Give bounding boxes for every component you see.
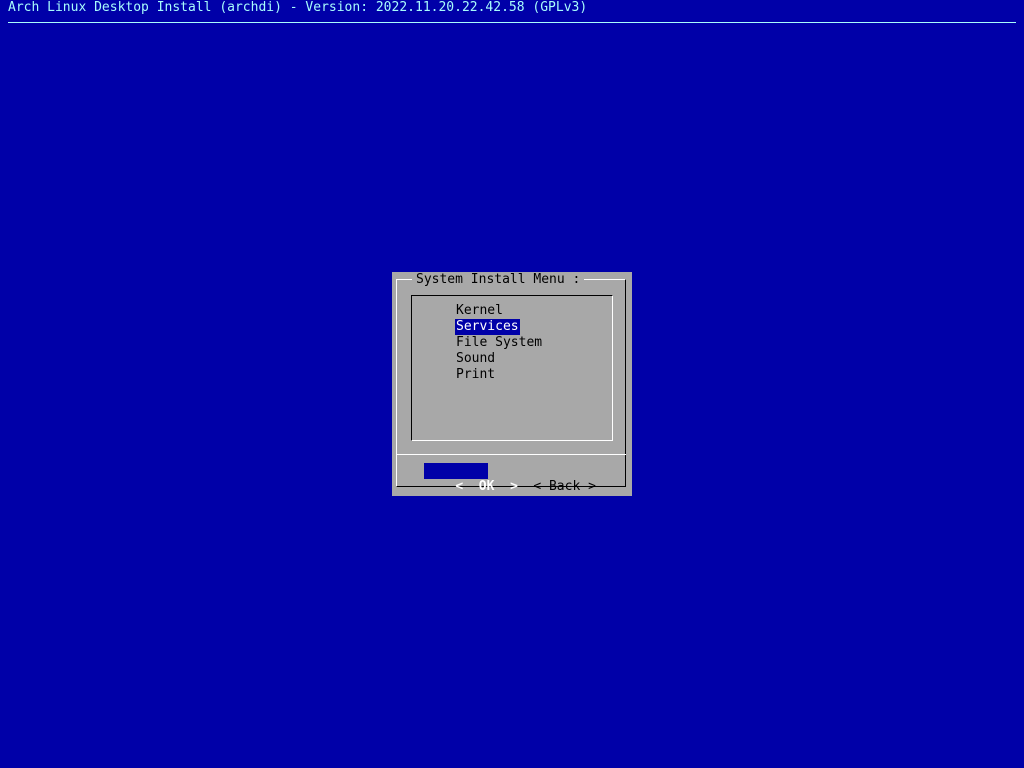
back-button-label: Back <box>548 479 581 494</box>
menu-item-kernel[interactable]: Kernel <box>455 303 504 318</box>
ok-left-bracket: < <box>455 479 464 494</box>
menu-item-services[interactable]: Services <box>455 319 520 335</box>
button-row-divider <box>397 454 626 455</box>
backtitle: Arch Linux Desktop Install (archdi) - Ve… <box>8 0 588 15</box>
ok-button-label: OK <box>478 479 495 494</box>
ok-button[interactable]: < OK > <box>424 463 518 494</box>
backtitle-divider <box>8 22 1016 23</box>
back-right-bracket: > <box>588 479 596 494</box>
menu-list: Kernel Services File System Sound Print <box>455 303 543 383</box>
back-left-bracket: < <box>533 479 542 494</box>
menu-item-print[interactable]: Print <box>455 367 496 382</box>
back-button[interactable]: < Back > <box>502 463 596 494</box>
menu-item-sound[interactable]: Sound <box>455 351 496 366</box>
menu-item-file-system[interactable]: File System <box>455 335 543 350</box>
dialog-title: System Install Menu : <box>412 272 585 288</box>
system-install-dialog: System Install Menu : Kernel Services Fi… <box>392 272 632 496</box>
